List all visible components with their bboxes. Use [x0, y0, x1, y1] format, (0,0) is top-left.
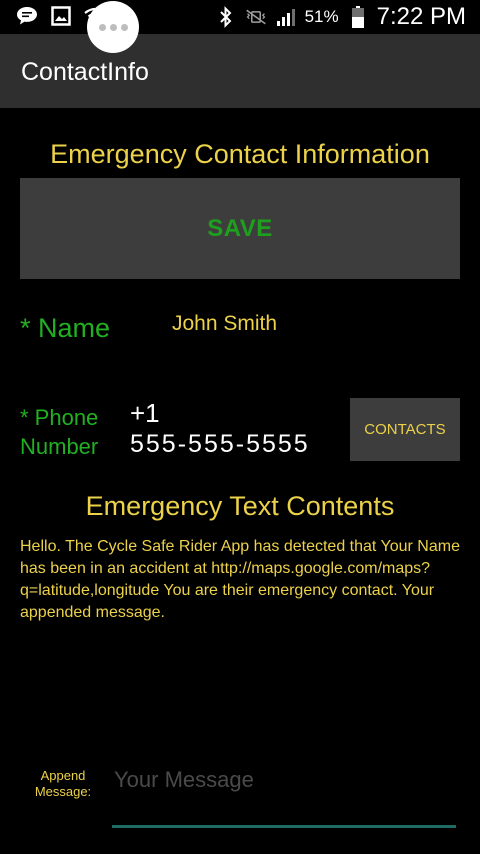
action-bar: ContactInfo [0, 34, 480, 108]
status-bar: 51% 7:22 PM [0, 0, 480, 53]
image-icon [50, 5, 72, 27]
vibrate-mute-icon [245, 6, 267, 28]
append-label-line1: Append [40, 768, 86, 783]
name-label: * Name [20, 313, 111, 343]
bluetooth-icon [215, 6, 237, 28]
phone-number-field[interactable]: 555-555-5555 [130, 430, 310, 459]
phone-label: * Phone Number [20, 403, 98, 461]
dot [109, 23, 117, 31]
text-section-heading: Emergency Text Contents [85, 491, 395, 521]
app-title: ContactInfo [21, 58, 149, 86]
append-message-label: Append Message: [28, 768, 98, 800]
battery-percentage: 51% [304, 7, 339, 26]
name-field[interactable]: John Smith [172, 312, 277, 336]
dot [98, 23, 106, 31]
contacts-button[interactable]: CONTACTS [350, 398, 460, 461]
battery-icon [347, 6, 369, 28]
chat-bubble-icon [16, 5, 38, 27]
save-button[interactable]: SAVE [20, 178, 460, 279]
dot [120, 23, 128, 31]
append-label-line2: Message: [34, 784, 92, 799]
contact-section-heading: Emergency Contact Information [50, 139, 430, 169]
emergency-text-body: Hello. The Cycle Safe Rider App has dete… [20, 538, 460, 621]
country-code: +1 [130, 398, 160, 428]
clock: 7:22 PM [376, 3, 466, 30]
phone-label-line1: * Phone [20, 405, 99, 430]
signal-icon [275, 6, 297, 28]
system-indicators: 51% 7:22 PM [215, 2, 466, 32]
append-message-input[interactable] [112, 760, 456, 800]
phone-label-line2: Number [20, 434, 99, 459]
input-underline [112, 825, 456, 828]
chat-head-bubble[interactable] [87, 1, 139, 53]
